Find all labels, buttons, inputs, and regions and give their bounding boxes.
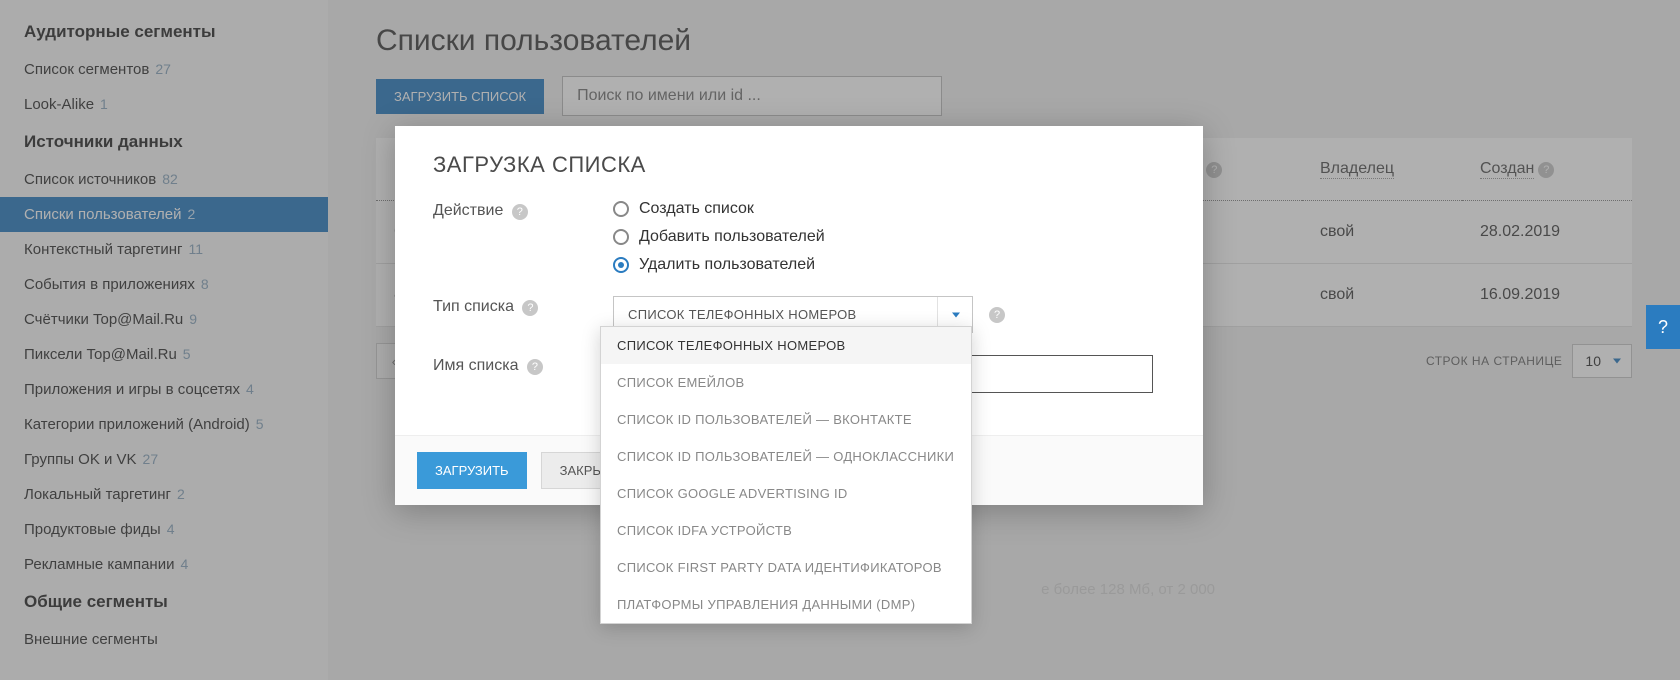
- radio-icon: [613, 229, 629, 245]
- dropdown-option[interactable]: СПИСОК ТЕЛЕФОННЫХ НОМЕРОВ: [601, 327, 971, 364]
- radio-label: Добавить пользователей: [639, 228, 825, 246]
- dropdown-option[interactable]: СПИСОК GOOGLE ADVERTISING ID: [601, 475, 971, 512]
- help-icon[interactable]: ?: [527, 359, 543, 375]
- help-icon[interactable]: ?: [512, 204, 528, 220]
- help-icon[interactable]: ?: [989, 307, 1005, 323]
- dropdown-option[interactable]: СПИСОК ID ПОЛЬЗОВАТЕЛЕЙ — ВКОНТАКТЕ: [601, 401, 971, 438]
- name-label: Имя списка: [433, 357, 518, 374]
- radio-icon: [613, 201, 629, 217]
- dropdown-option[interactable]: ПЛАТФОРМЫ УПРАВЛЕНИЯ ДАННЫМИ (DMP): [601, 586, 971, 623]
- dropdown-option[interactable]: СПИСОК IDFA УСТРОЙСТВ: [601, 512, 971, 549]
- help-icon[interactable]: ?: [522, 300, 538, 316]
- dropdown-option[interactable]: СПИСОК FIRST PARTY DATA ИДЕНТИФИКАТОРОВ: [601, 549, 971, 586]
- action-label: Действие: [433, 202, 503, 219]
- list-type-dropdown: СПИСОК ТЕЛЕФОННЫХ НОМЕРОВСПИСОК ЕМЕЙЛОВС…: [600, 326, 972, 624]
- type-label: Тип списка: [433, 298, 514, 315]
- dropdown-option[interactable]: СПИСОК ЕМЕЙЛОВ: [601, 364, 971, 401]
- radio-label: Создать список: [639, 200, 754, 218]
- submit-button[interactable]: ЗАГРУЗИТЬ: [417, 452, 527, 489]
- modal-title: ЗАГРУЗКА СПИСКА: [433, 152, 1165, 178]
- action-radio-option[interactable]: Создать список: [613, 200, 1165, 218]
- action-radio-option[interactable]: Добавить пользователей: [613, 228, 1165, 246]
- help-button[interactable]: ?: [1646, 305, 1680, 349]
- dropdown-option[interactable]: СПИСОК ID ПОЛЬЗОВАТЕЛЕЙ — ОДНОКЛАССНИКИ: [601, 438, 971, 475]
- action-radio-option[interactable]: Удалить пользователей: [613, 256, 1165, 274]
- chevron-down-icon: [952, 312, 960, 317]
- radio-label: Удалить пользователей: [639, 256, 815, 274]
- radio-icon: [613, 257, 629, 273]
